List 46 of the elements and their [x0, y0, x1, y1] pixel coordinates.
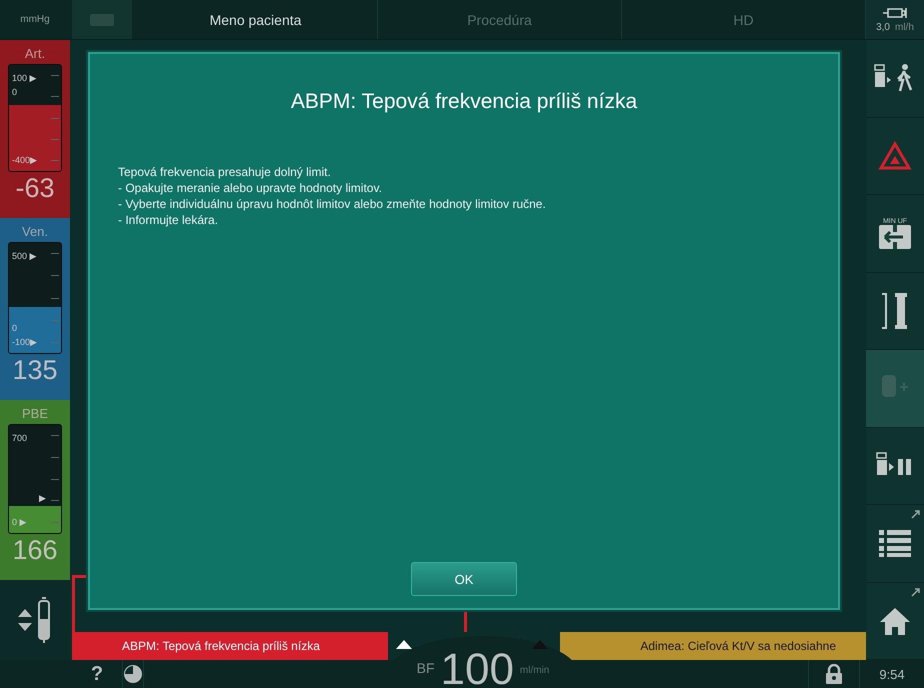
- warning-triangle-icon: [878, 140, 912, 171]
- dialog-title: ABPM: Tepová frekvencia príliš nízka: [290, 90, 638, 114]
- scale-label: 0: [12, 87, 18, 97]
- alarm-message[interactable]: Adimea: Cieľová Kt/V sa nedosiahne: [560, 632, 866, 660]
- side-button[interactable]: [866, 40, 924, 118]
- list-icon: [879, 529, 911, 558]
- pressure-value: -63: [15, 172, 55, 204]
- home-icon: [879, 606, 911, 635]
- side-button[interactable]: [866, 428, 924, 505]
- syringe-icon: [882, 6, 908, 18]
- scale-label: -400▶: [12, 155, 38, 165]
- dialog-text: - Vyberte individuálnu úpravu hodnôt limitov alebo zmeňte hodnoty limitov ručne.: [118, 196, 547, 212]
- syringe-unit: ml/h: [895, 22, 914, 32]
- scale-label: 100 ▶: [12, 73, 37, 83]
- shortcut-arrow-icon: [911, 586, 921, 596]
- shortcut-arrow-icon: [911, 509, 921, 519]
- home-button[interactable]: [866, 582, 924, 660]
- syringe-rate: 3,0: [876, 22, 890, 32]
- expand-icon[interactable]: [396, 640, 412, 649]
- arrow-left-icon: [879, 224, 911, 249]
- scale-label: 500 ▶: [12, 251, 37, 261]
- clock-time: 9:54: [878, 666, 906, 684]
- scale-label: -100▶: [12, 337, 38, 347]
- pressure-value: 166: [12, 534, 58, 566]
- gauge-label: Art.: [24, 45, 46, 63]
- dialog-text: Tepová frekvencia presahuje dolný limit.: [118, 164, 332, 180]
- gauge-label: PBE: [22, 405, 48, 423]
- dialyzer-icon: [880, 290, 910, 331]
- menu-button[interactable]: [866, 505, 924, 582]
- scale-label: ▶: [39, 493, 46, 503]
- scale-label: 0 ▶: [12, 517, 27, 527]
- pressure-value: 135: [12, 354, 58, 386]
- clock-icon[interactable]: [123, 664, 143, 684]
- header-tab[interactable]: Procedúra: [378, 0, 622, 39]
- ok-button[interactable]: OK: [411, 562, 517, 596]
- gauge-label: Ven.: [22, 223, 48, 241]
- dialog-text: - Opakujte meranie alebo upravte hodnoty limitov.: [118, 180, 383, 196]
- scale-label: 0: [12, 323, 18, 333]
- dialog-text: - Informujte lekára.: [118, 212, 220, 228]
- unit-label: mmHg: [19, 13, 51, 27]
- help-button[interactable]: ?: [72, 660, 123, 688]
- header-tab[interactable]: Meno pacienta: [134, 0, 378, 39]
- side-button[interactable]: [866, 272, 924, 350]
- alarm-message[interactable]: ABPM: Tepová frekvencia príliš nízka: [72, 632, 388, 660]
- lock-icon[interactable]: [825, 664, 843, 684]
- scale-label: 700: [12, 433, 28, 443]
